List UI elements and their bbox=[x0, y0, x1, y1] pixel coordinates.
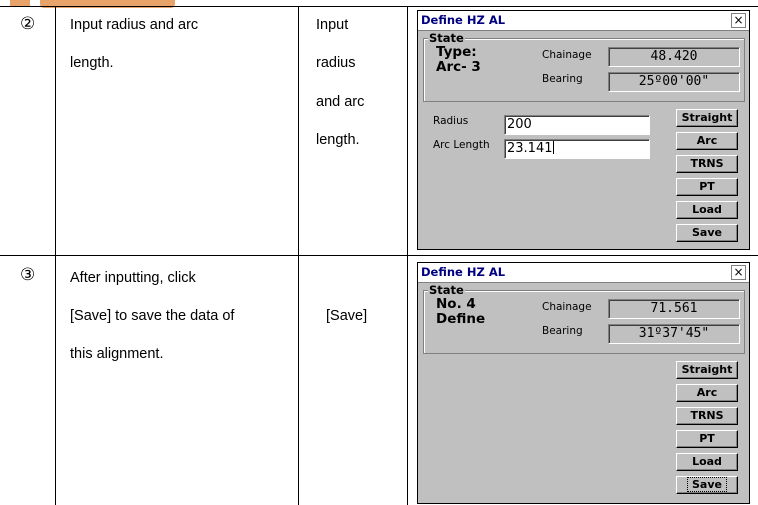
define-hz-al-dialog: Define HZ AL × State No. 4 Define Chaina… bbox=[417, 262, 750, 504]
arc-button[interactable]: Arc bbox=[676, 132, 738, 150]
step-key-line: radius bbox=[316, 55, 356, 71]
step-description-line: this alignment. bbox=[70, 346, 164, 362]
bearing-label: Bearing bbox=[542, 73, 583, 85]
table-col-divider bbox=[298, 6, 299, 505]
chainage-readout: 48.420 bbox=[608, 47, 740, 67]
state-group: State Type: Arc- 3 Chainage 48.420 Beari… bbox=[423, 31, 745, 102]
state-type-label: Type: bbox=[436, 44, 477, 60]
state-group: State No. 4 Define Chainage 71.561 Beari… bbox=[423, 283, 745, 354]
step-key-line: and arc bbox=[316, 94, 365, 110]
step-number: ② bbox=[20, 14, 36, 34]
chainage-readout: 71.561 bbox=[608, 299, 740, 319]
save-button[interactable]: Save bbox=[676, 476, 738, 494]
chainage-label: Chainage bbox=[542, 301, 592, 313]
save-button[interactable]: Save bbox=[676, 224, 738, 242]
dialog-title: Define HZ AL bbox=[421, 13, 506, 27]
radius-input[interactable]: 200 bbox=[504, 115, 650, 135]
step-key-line: Input bbox=[316, 17, 349, 33]
trns-button[interactable]: TRNS bbox=[676, 407, 738, 425]
step-number: ③ bbox=[20, 265, 36, 285]
arc-length-label: Arc Length bbox=[433, 139, 490, 151]
state-mode-label: Define bbox=[436, 311, 486, 327]
text-cursor bbox=[552, 141, 554, 154]
define-hz-al-dialog: Define HZ AL × State Type: Arc- 3 Chaina… bbox=[417, 10, 750, 250]
step-key-line: [Save] bbox=[326, 308, 368, 324]
dialog-titlebar: Define HZ AL × bbox=[418, 11, 749, 31]
straight-button[interactable]: Straight bbox=[676, 361, 738, 379]
table-row-divider bbox=[0, 255, 758, 256]
step-key-line: length. bbox=[316, 132, 360, 148]
table-col-divider bbox=[55, 6, 56, 505]
state-type-value: Arc- 3 bbox=[436, 59, 481, 75]
straight-button[interactable]: Straight bbox=[676, 109, 738, 127]
step-description-line: Input radius and arc bbox=[70, 17, 199, 33]
dialog-titlebar: Define HZ AL × bbox=[418, 263, 749, 283]
trns-button[interactable]: TRNS bbox=[676, 155, 738, 173]
state-number-label: No. 4 bbox=[436, 296, 476, 312]
close-icon: × bbox=[733, 13, 744, 27]
step-description-line: After inputting, click bbox=[70, 270, 196, 286]
close-icon: × bbox=[733, 265, 744, 279]
close-button[interactable]: × bbox=[731, 265, 746, 280]
arc-length-input[interactable]: 23.141 bbox=[504, 139, 650, 159]
step-description-line: [Save] to save the data of bbox=[70, 308, 235, 324]
pt-button[interactable]: PT bbox=[676, 430, 738, 448]
close-button[interactable]: × bbox=[731, 13, 746, 28]
load-button[interactable]: Load bbox=[676, 453, 738, 471]
chainage-label: Chainage bbox=[542, 49, 592, 61]
dialog-title: Define HZ AL bbox=[421, 265, 506, 279]
bearing-label: Bearing bbox=[542, 325, 583, 337]
arc-button[interactable]: Arc bbox=[676, 384, 738, 402]
bearing-readout: 25º00'00" bbox=[608, 72, 740, 92]
table-col-divider bbox=[407, 6, 408, 505]
arc-length-value: 23.141 bbox=[507, 141, 553, 156]
bearing-readout: 31º37'45" bbox=[608, 324, 740, 344]
step-description-line: length. bbox=[70, 55, 114, 71]
state-legend: State bbox=[428, 31, 465, 45]
save-button-label: Save bbox=[687, 477, 727, 492]
load-button[interactable]: Load bbox=[676, 201, 738, 219]
pt-button[interactable]: PT bbox=[676, 178, 738, 196]
radius-label: Radius bbox=[433, 115, 469, 127]
state-legend: State bbox=[428, 283, 465, 297]
